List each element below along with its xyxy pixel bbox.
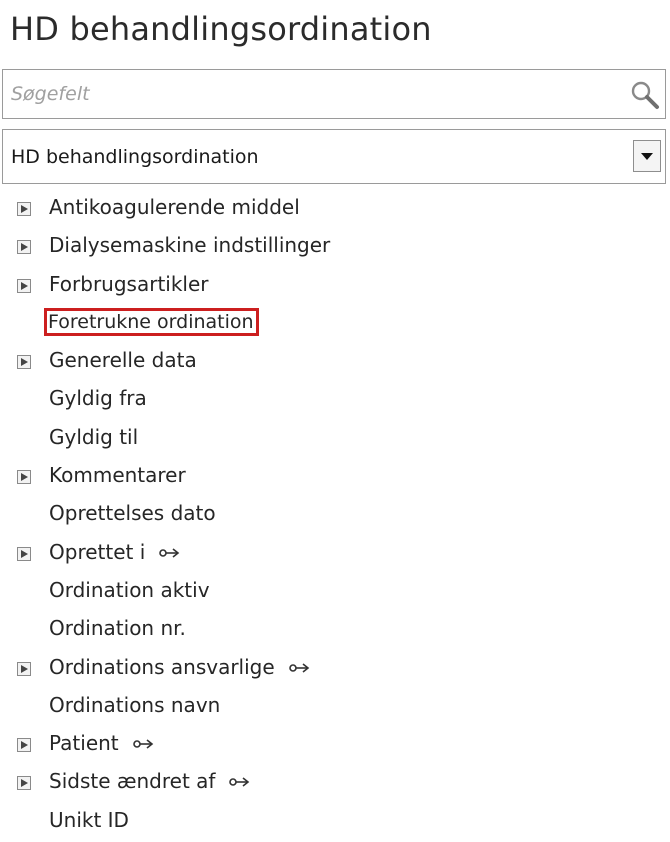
tree-item[interactable]: Oprettelses dato [0,497,670,535]
tree-item[interactable]: Oprettet i [0,536,670,574]
tree-item-text: Dialysemaskine indstillinger [49,233,331,258]
expand-arrow-icon[interactable] [17,278,31,293]
tree-item[interactable]: Ordinations navn [0,689,670,727]
expand-arrow-icon[interactable] [17,470,31,485]
tree-item-text: Ordinations ansvarlige [49,654,275,679]
field-tree: Antikoagulerende middel Dialysemaskine in… [0,191,670,842]
tree-item-label: Generelle data [49,348,197,372]
tree-item-text: Ordination aktiv [49,577,210,602]
tree-item-label: Patient [49,731,155,755]
tree-item-label: Forbrugsartikler [49,272,209,296]
tree-item-label: Kommentarer [49,463,186,487]
select-value: HD behandlingsordination [11,146,259,168]
form-type-select[interactable]: HD behandlingsordination [2,129,666,184]
tree-item[interactable]: Ordination nr. [0,612,670,650]
tree-item-label: Dialysemaskine indstillinger [49,233,330,257]
tree-item-label: Ordination nr. [49,616,186,640]
tree-item[interactable]: Dialysemaskine indstillinger [0,229,670,267]
tree-item-label: Sidste ændret af [49,769,251,793]
tree-item[interactable]: Ordination aktiv [0,574,670,612]
tree-item-label: Oprettelses dato [49,501,216,525]
expand-arrow-icon[interactable] [17,738,31,753]
tree-item[interactable]: Gyldig til [0,421,670,459]
tree-item-text: Foretrukne ordination [48,310,254,333]
tree-item-label: Oprettet i [49,540,181,564]
tree-item[interactable]: Patient [0,727,670,765]
tree-item-text: Patient [49,731,119,756]
tree-item-text: Ordinations navn [49,692,221,717]
tree-item-text: Oprettelses dato [49,501,216,526]
tree-item-text: Gyldig fra [49,386,147,411]
tree-item[interactable]: Unikt ID [0,804,670,842]
tree-item[interactable]: Sidste ændret af [0,765,670,803]
tree-item[interactable]: Antikoagulerende middel [0,191,670,229]
tree-item-label: Ordinations ansvarlige [49,655,311,679]
search-icon[interactable] [629,79,661,111]
link-arrow-icon [288,662,309,673]
tree-item[interactable]: Ordinations ansvarlige [0,651,670,689]
tree-item[interactable]: Kommentarer [0,459,670,497]
page-title: HD behandlingsordination [10,10,432,48]
tree-item-label: Gyldig fra [49,386,147,410]
search-field[interactable]: Søgefelt [2,69,666,119]
tree-item[interactable]: Foretrukne ordination [0,306,670,344]
link-arrow-icon [229,777,250,788]
tree-item-label: Ordination aktiv [49,578,210,602]
expand-arrow-icon[interactable] [17,202,31,216]
tree-item-text: Sidste ændret af [49,769,216,794]
tree-item-label: Unikt ID [49,808,129,832]
link-arrow-icon [132,739,153,749]
dropdown-arrow-icon[interactable] [633,140,661,172]
tree-item-label-highlighted: Foretrukne ordination [44,307,259,336]
tree-item-text: Oprettet i [49,539,146,564]
tree-item-text: Antikoagulerende middel [49,195,300,219]
tree-item-label: Antikoagulerende middel [49,195,300,219]
tree-item-text: Forbrugsartikler [49,271,209,296]
expand-arrow-icon[interactable] [17,240,31,255]
tree-item-text: Unikt ID [49,807,129,832]
search-placeholder: Søgefelt [11,83,90,105]
tree-item-text: Kommentarer [49,463,186,488]
expand-arrow-icon[interactable] [17,776,31,791]
tree-item[interactable]: Gyldig fra [0,382,670,420]
tree-item-text: Ordination nr. [49,616,186,641]
tree-item-text: Gyldig til [49,424,139,449]
tree-item-label: Gyldig til [49,425,138,449]
link-arrow-icon [159,548,180,558]
expand-arrow-icon[interactable] [17,355,31,370]
expand-arrow-icon[interactable] [17,546,31,561]
tree-item[interactable]: Generelle data [0,344,670,382]
tree-item-label: Ordinations navn [49,693,220,717]
tree-item-text: Generelle data [49,348,197,373]
expand-arrow-icon[interactable] [17,661,31,676]
tree-item[interactable]: Forbrugsartikler [0,268,670,306]
